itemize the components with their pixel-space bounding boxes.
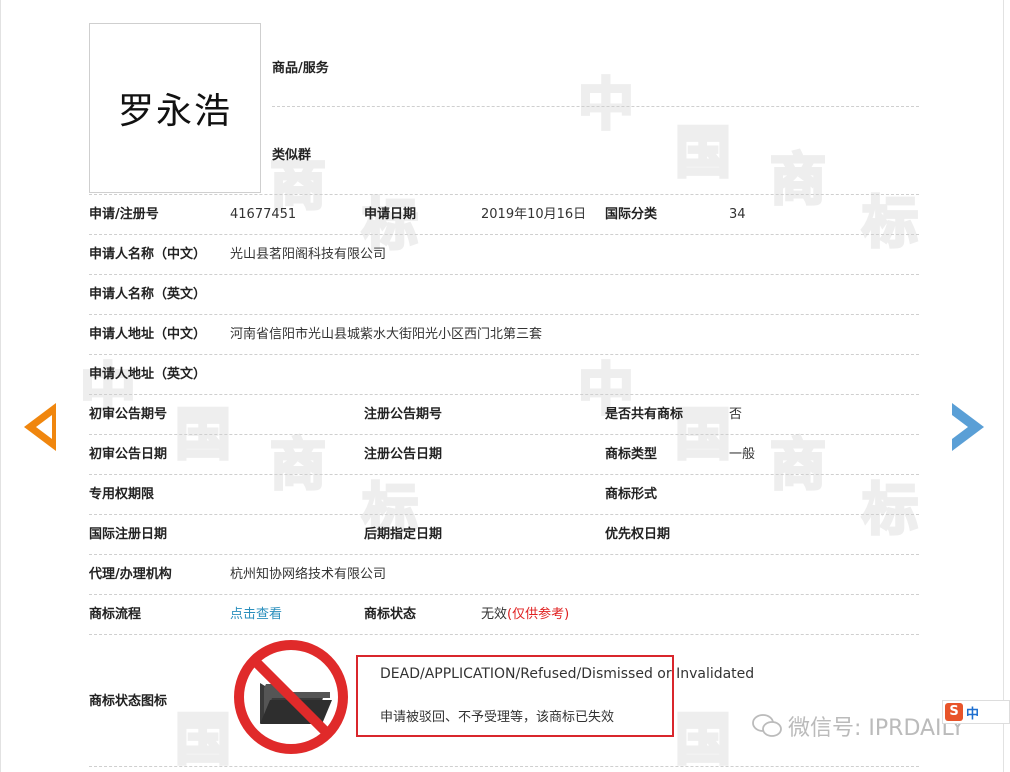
status-icon-label: 商标状态图标 — [89, 694, 168, 709]
row-applicant-name-en: 申请人名称（英文） — [89, 275, 919, 315]
subsequent-designation-date-label: 后期指定日期 — [364, 527, 443, 542]
applicant-address-cn-value: 河南省信阳市光山县城紫水大街阳光小区西门北第三套 — [230, 327, 543, 342]
row-announcement-date: 初审公告日期 注册公告日期 商标类型 一般 — [89, 435, 919, 475]
agency-label: 代理/办理机构 — [89, 567, 172, 582]
applicant-name-en-label: 申请人名称（英文） — [89, 287, 207, 302]
priority-date-label: 优先权日期 — [605, 527, 671, 542]
row-international-dates: 国际注册日期 后期指定日期 优先权日期 — [89, 515, 919, 555]
goods-services-label: 商品/服务 — [272, 61, 329, 76]
row-agency: 代理/办理机构 杭州知协网络技术有限公司 — [89, 555, 919, 595]
row-process-status: 商标流程 点击查看 商标状态 无效(仅供参考) — [89, 595, 919, 635]
status-value-text: 无效 — [481, 607, 508, 622]
trademark-form-label: 商标形式 — [605, 487, 658, 502]
registration-number-label: 申请/注册号 — [89, 207, 159, 222]
applicant-address-cn-label: 申请人地址（中文） — [89, 327, 207, 342]
sogou-logo-icon: S — [945, 703, 963, 721]
trademark-type-label: 商标类型 — [605, 447, 658, 462]
trademark-process-label: 商标流程 — [89, 607, 142, 622]
status-english-text: DEAD/APPLICATION/Refused/Dismissed or In… — [380, 666, 755, 682]
status-reference-note: (仅供参考) — [507, 607, 570, 622]
row-applicant-address-en: 申请人地址（英文） — [89, 355, 919, 395]
agency-value: 杭州知协网络技术有限公司 — [230, 567, 387, 582]
divider — [272, 106, 919, 107]
prelim-announcement-number-label: 初审公告期号 — [89, 407, 168, 422]
status-chinese-text: 申请被驳回、不予受理等，该商标已失效 — [380, 710, 615, 725]
registration-announcement-number-label: 注册公告期号 — [364, 407, 443, 422]
applicant-address-en-label: 申请人地址（英文） — [89, 367, 207, 382]
row-announcement-number: 初审公告期号 注册公告期号 是否共有商标 否 — [89, 395, 919, 435]
prelim-announcement-date-label: 初审公告日期 — [89, 447, 168, 462]
similar-group-label: 类似群 — [272, 148, 312, 163]
next-arrow-inner — [952, 415, 968, 439]
ime-toolbar[interactable]: S 中 — [942, 700, 1010, 724]
exclusive-term-label: 专用权期限 — [89, 487, 155, 502]
row-exclusive-term: 专用权期限 商标形式 — [89, 475, 919, 515]
view-process-link[interactable]: 点击查看 — [230, 595, 282, 635]
wechat-icon — [752, 714, 782, 737]
wechat-watermark: 微信号: IPRDAILY — [752, 710, 964, 742]
international-registration-date-label: 国际注册日期 — [89, 527, 168, 542]
trademark-status-value: 无效(仅供参考) — [481, 595, 569, 635]
joint-trademark-value: 否 — [729, 407, 743, 422]
application-date-value: 2019年10月16日 — [481, 207, 587, 222]
divider — [89, 766, 919, 767]
applicant-name-cn-label: 申请人名称（中文） — [89, 247, 207, 262]
no-folder-icon — [234, 640, 348, 754]
row-applicant-name-cn: 申请人名称（中文） 光山县茗阳阁科技有限公司 — [89, 235, 919, 275]
application-date-label: 申请日期 — [364, 207, 417, 222]
registration-announcement-date-label: 注册公告日期 — [364, 447, 443, 462]
trademark-image: 罗永浩 — [89, 23, 261, 193]
international-class-label: 国际分类 — [605, 207, 658, 222]
international-class-value: 34 — [729, 207, 746, 222]
applicant-name-cn-value: 光山县茗阳阁科技有限公司 — [230, 247, 387, 262]
row-registration: 申请/注册号 41677451 申请日期 2019年10月16日 国际分类 34 — [89, 195, 919, 235]
wechat-id-text: 微信号: IPRDAILY — [788, 716, 965, 741]
row-applicant-address-cn: 申请人地址（中文） 河南省信阳市光山县城紫水大街阳光小区西门北第三套 — [89, 315, 919, 355]
trademark-type-value: 一般 — [729, 447, 756, 462]
previous-arrow-inner — [36, 415, 52, 439]
trademark-name: 罗永浩 — [117, 91, 232, 132]
trademark-status-label: 商标状态 — [364, 607, 417, 622]
ime-mode-indicator[interactable]: 中 — [966, 703, 979, 722]
registration-number-value: 41677451 — [230, 207, 297, 222]
joint-trademark-label: 是否共有商标 — [605, 407, 684, 422]
